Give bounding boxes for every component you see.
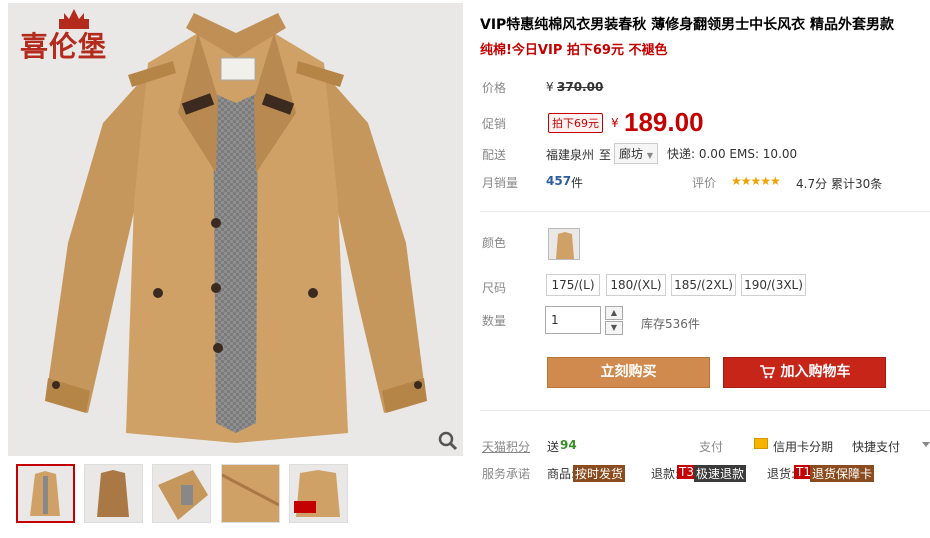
divider <box>480 211 930 212</box>
thumbnail-3[interactable] <box>152 464 211 523</box>
thumbnail-2[interactable] <box>84 464 143 523</box>
buy-now-button[interactable]: 立刻购买 <box>547 357 710 388</box>
size-option-185[interactable]: 185/(2XL) <box>671 274 736 296</box>
promo-currency: ¥ <box>611 116 619 130</box>
thumbnail-5[interactable] <box>289 464 348 523</box>
destination-value: 廊坊 <box>619 147 644 161</box>
product-gallery: 喜伦堡 <box>8 3 463 456</box>
credit-installment[interactable]: 信用卡分期 <box>773 438 833 455</box>
quantity-label: 数量 <box>482 314 507 328</box>
service-label: 服务承诺 <box>482 467 531 481</box>
add-to-cart-button[interactable]: 加入购物车 <box>723 357 886 388</box>
brand-logo: 喜伦堡 <box>20 9 152 65</box>
quantity-up-icon[interactable]: ▲ <box>605 306 623 320</box>
thumbnail-1[interactable] <box>16 464 75 523</box>
divider <box>480 410 930 411</box>
promo-price: 189.00 <box>624 107 704 137</box>
shipping-from: 福建泉州 <box>546 148 595 162</box>
destination-select[interactable]: 廊坊 ▼ <box>614 143 658 164</box>
coat-image <box>8 3 463 456</box>
refund-badge[interactable]: 极速退款 <box>694 465 747 482</box>
review-total[interactable]: 累计30条 <box>831 175 882 192</box>
shipping-label: 配送 <box>482 148 507 162</box>
zoom-icon[interactable] <box>437 430 459 452</box>
size-option-190[interactable]: 190/(3XL) <box>741 274 806 296</box>
thumbnail-4[interactable] <box>221 464 280 523</box>
return-label: 退货: <box>767 467 796 481</box>
sales-count: 457 <box>546 174 572 188</box>
size-option-175[interactable]: 175/(L) <box>546 274 600 296</box>
product-subtitle: 纯棉!今日VIP 拍下69元 不褪色 <box>480 43 668 58</box>
points-value: 94 <box>560 438 577 452</box>
original-price: 370.00 <box>557 80 604 94</box>
points-label[interactable]: 天猫积分 <box>482 438 530 455</box>
refund-label: 退款: <box>651 467 680 481</box>
chevron-down-icon: ▼ <box>646 151 653 160</box>
add-to-cart-label: 加入购物车 <box>780 364 851 380</box>
rating-label: 评价 <box>692 176 717 190</box>
shipping-to-word: 至 <box>599 148 612 162</box>
color-swatch-khaki[interactable] <box>548 228 580 260</box>
promo-label: 促销 <box>482 117 507 131</box>
product-title: VIP特惠纯棉风衣男装春秋 薄修身翻领男士中长风衣 精品外套男款 <box>480 17 895 33</box>
main-product-image[interactable]: 喜伦堡 <box>8 3 463 456</box>
goods-badge[interactable]: 按时发货 <box>573 465 626 482</box>
quantity-down-icon[interactable]: ▼ <box>605 321 623 335</box>
sales-label: 月销量 <box>482 176 519 190</box>
return-badge[interactable]: 退货保障卡 <box>810 465 875 482</box>
brand-logo-text: 喜伦堡 <box>20 30 108 63</box>
stock-text: 库存536件 <box>641 317 700 331</box>
size-option-180[interactable]: 180/(XL) <box>606 274 666 296</box>
points-text: 送 <box>547 440 560 454</box>
price-currency: ¥ <box>546 80 554 94</box>
size-label: 尺码 <box>482 281 507 295</box>
shipping-fees: 快递: 0.00 EMS: 10.00 <box>667 147 798 161</box>
rating-score: 4.7分 <box>796 177 828 191</box>
payment-label: 支付 <box>699 440 724 454</box>
price-label: 价格 <box>482 81 507 95</box>
goods-label: 商品: <box>547 467 576 481</box>
quantity-input[interactable]: 1 <box>545 306 601 334</box>
sales-unit: 件 <box>571 176 584 190</box>
express-pay[interactable]: 快捷支付 <box>852 438 900 455</box>
cart-icon <box>759 365 775 379</box>
promo-tag: 拍下69元 <box>548 113 603 133</box>
credit-card-icon <box>754 438 768 449</box>
rating-stars: ★★★★★ <box>731 174 781 188</box>
payment-dropdown-icon[interactable] <box>922 442 930 447</box>
color-label: 颜色 <box>482 236 507 250</box>
